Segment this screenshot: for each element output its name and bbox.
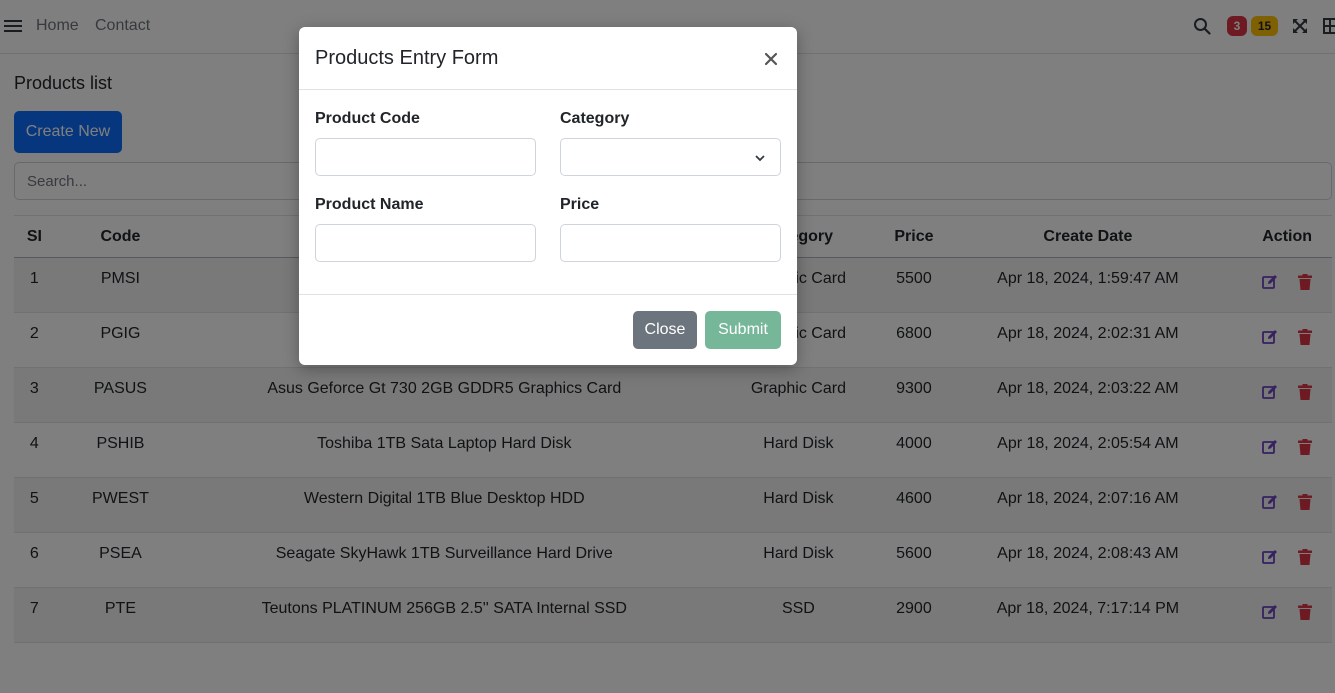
product-code-field[interactable] (315, 138, 536, 176)
category-label: Category (560, 110, 630, 127)
category-select[interactable] (560, 138, 781, 176)
chevron-down-icon (755, 155, 765, 162)
products-entry-modal: Products Entry Form Product Code Categor… (299, 27, 797, 365)
close-icon[interactable] (761, 49, 781, 69)
product-name-label: Product Name (315, 196, 424, 213)
close-button[interactable]: Close (633, 311, 697, 349)
modal-title: Products Entry Form (315, 47, 499, 69)
product-name-field[interactable] (315, 224, 536, 262)
price-label: Price (560, 196, 600, 213)
modal-header: Products Entry Form (299, 27, 797, 90)
product-code-label: Product Code (315, 110, 420, 127)
price-field[interactable] (560, 224, 781, 262)
modal-footer: Close Submit (299, 294, 797, 365)
submit-button[interactable]: Submit (705, 311, 781, 349)
